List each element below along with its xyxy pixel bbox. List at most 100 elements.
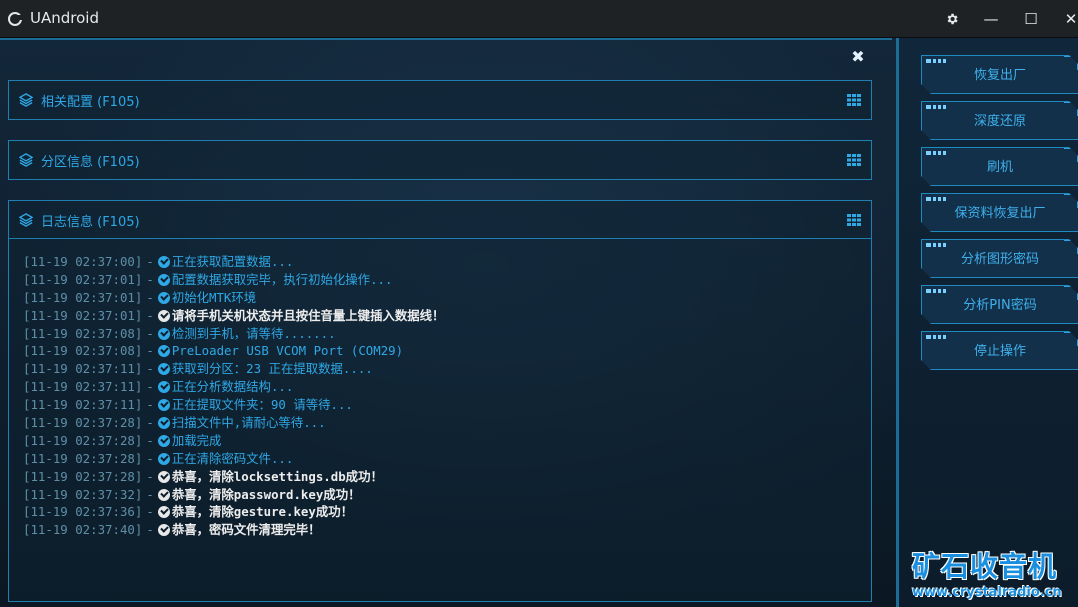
- check-circle-icon: [157, 327, 170, 340]
- log-separator: -: [146, 432, 154, 448]
- check-circle-icon: [157, 506, 170, 519]
- check-circle-icon: [157, 273, 170, 286]
- log-separator: -: [146, 289, 154, 305]
- log-line: [11-19 02:37:00] - 正在获取配置数据...: [23, 253, 863, 271]
- main-area: ✖ 相关配置 (F105) 分区信息 (F105) 日志信息 (F105) [1…: [0, 38, 1078, 607]
- log-timestamp: [11-19 02:37:28]: [23, 468, 143, 484]
- section-log: 日志信息 (F105) [11-19 02:37:00] - 正在获取配置数据...…: [8, 200, 872, 602]
- action-button-label: 恢复出厂: [973, 68, 1026, 83]
- action-button-label: 分析图形密码: [960, 252, 1039, 267]
- log-list: [11-19 02:37:00] - 正在获取配置数据... [11-19 02:37…: [23, 253, 863, 539]
- log-message: PreLoader USB VCOM Port (COM29): [171, 343, 404, 359]
- action-button[interactable]: 恢复出厂: [921, 55, 1078, 94]
- log-line: [11-19 02:37:11] - 正在分析数据结构...: [23, 378, 863, 396]
- log-timestamp: [11-19 02:37:11]: [23, 397, 143, 413]
- action-button-label: 停止操作: [973, 344, 1026, 359]
- log-timestamp: [11-19 02:37:28]: [23, 432, 143, 448]
- section-title: 日志信息 (F105): [41, 215, 140, 230]
- log-line: [11-19 02:37:28] - 恭喜，清除locksettings.db成功！: [23, 468, 863, 486]
- app-title: UAndroid: [30, 9, 99, 27]
- log-line: [11-19 02:37:40] - 恭喜，密码文件清理完毕！: [23, 521, 863, 539]
- action-button-label: 分析PIN密码: [963, 298, 1037, 313]
- log-timestamp: [11-19 02:37:01]: [23, 307, 143, 323]
- settings-button[interactable]: [939, 6, 965, 32]
- log-timestamp: [11-19 02:37:11]: [23, 361, 143, 377]
- log-message: 正在提取文件夹：90 请等待...: [171, 397, 353, 413]
- layers-icon: [19, 93, 33, 107]
- check-circle-icon: [157, 416, 170, 429]
- button-corner: [1064, 332, 1078, 346]
- log-message: 正在清除密码文件...: [171, 450, 294, 466]
- section-partition[interactable]: 分区信息 (F105): [8, 140, 872, 180]
- check-circle-icon: [157, 452, 170, 465]
- section-header[interactable]: 相关配置 (F105): [9, 81, 871, 119]
- log-timestamp: [11-19 02:37:32]: [23, 486, 143, 502]
- log-line: [11-19 02:37:28] - 正在清除密码文件...: [23, 450, 863, 468]
- log-separator: -: [146, 450, 154, 466]
- log-message: 恭喜，清除password.key成功！: [171, 486, 361, 502]
- action-button[interactable]: 停止操作: [921, 331, 1078, 370]
- log-line: [11-19 02:37:11] - 正在提取文件夹：90 请等待...: [23, 396, 863, 414]
- action-sidebar: 恢复出厂深度还原刷机保资料恢复出厂分析图形密码 分析PIN密码 停止操作: [896, 38, 1078, 607]
- info-panel: ✖ 相关配置 (F105) 分区信息 (F105) 日志信息 (F105) [1…: [0, 38, 892, 607]
- log-line: [11-19 02:37:08] - 检测到手机，请等待.......: [23, 325, 863, 343]
- action-button[interactable]: 分析PIN密码: [921, 285, 1078, 324]
- log-separator: -: [146, 415, 154, 431]
- log-line: [11-19 02:37:28] - 加载完成: [23, 432, 863, 450]
- log-timestamp: [11-19 02:37:36]: [23, 504, 143, 520]
- log-message: 获取到分区：23 正在提取数据....: [171, 361, 373, 377]
- log-timestamp: [11-19 02:37:28]: [23, 415, 143, 431]
- check-circle-icon: [157, 363, 170, 376]
- log-separator: -: [146, 522, 154, 538]
- log-line: [11-19 02:37:01] - 请将手机关机状态并且按住音量上键插入数据线！: [23, 307, 863, 325]
- button-corner: [1064, 194, 1078, 208]
- log-separator: -: [146, 397, 154, 413]
- section-title: 分区信息 (F105): [41, 155, 140, 170]
- log-line: [11-19 02:37:28] - 扫描文件中,请耐心等待...: [23, 414, 863, 432]
- check-circle-icon: [157, 470, 170, 483]
- log-timestamp: [11-19 02:37:01]: [23, 271, 143, 287]
- log-separator: -: [146, 343, 154, 359]
- close-window-button[interactable]: ✕: [1058, 6, 1078, 32]
- button-decoration: [926, 335, 946, 339]
- log-separator: -: [146, 254, 154, 269]
- panel-close-button[interactable]: ✖: [849, 48, 867, 66]
- minimize-button[interactable]: —: [978, 6, 1004, 32]
- check-circle-icon: [157, 399, 170, 412]
- button-decoration: [926, 197, 946, 201]
- button-decoration: [926, 243, 946, 247]
- button-corner: [1064, 102, 1078, 116]
- log-message: 恭喜，清除gesture.key成功！: [171, 504, 354, 520]
- grid-icon[interactable]: [847, 214, 861, 226]
- section-config[interactable]: 相关配置 (F105): [8, 80, 872, 120]
- grid-icon[interactable]: [847, 154, 861, 166]
- action-button[interactable]: 保资料恢复出厂: [921, 193, 1078, 232]
- log-separator: -: [146, 361, 154, 377]
- log-message: 正在获取配置数据...: [171, 254, 294, 269]
- section-title: 相关配置 (F105): [41, 95, 140, 110]
- section-header[interactable]: 分区信息 (F105): [9, 141, 871, 179]
- action-button[interactable]: 深度还原: [921, 101, 1078, 140]
- log-line: [11-19 02:37:32] - 恭喜，清除password.key成功！: [23, 486, 863, 504]
- log-separator: -: [146, 379, 154, 395]
- log-message: 正在分析数据结构...: [171, 379, 294, 395]
- layers-icon: [19, 153, 33, 167]
- log-timestamp: [11-19 02:37:08]: [23, 325, 143, 341]
- button-corner: [1064, 56, 1078, 70]
- action-button[interactable]: 刷机: [921, 147, 1078, 186]
- action-button-label: 刷机: [986, 160, 1013, 175]
- check-circle-icon: [157, 381, 170, 394]
- log-separator: -: [146, 504, 154, 520]
- log-timestamp: [11-19 02:37:01]: [23, 289, 143, 305]
- button-corner: [1064, 240, 1078, 254]
- grid-icon[interactable]: [847, 94, 861, 106]
- action-button[interactable]: 分析图形密码: [921, 239, 1078, 278]
- check-circle-icon: [157, 524, 170, 537]
- log-message: 扫描文件中,请耐心等待...: [171, 415, 326, 431]
- maximize-button[interactable]: ☐: [1018, 6, 1044, 32]
- button-decoration: [926, 105, 946, 109]
- button-corner: [1064, 286, 1078, 300]
- section-header[interactable]: 日志信息 (F105): [9, 201, 871, 239]
- log-message: 加载完成: [171, 432, 222, 448]
- watermark-url: www.crystalradio.cn: [912, 585, 1062, 600]
